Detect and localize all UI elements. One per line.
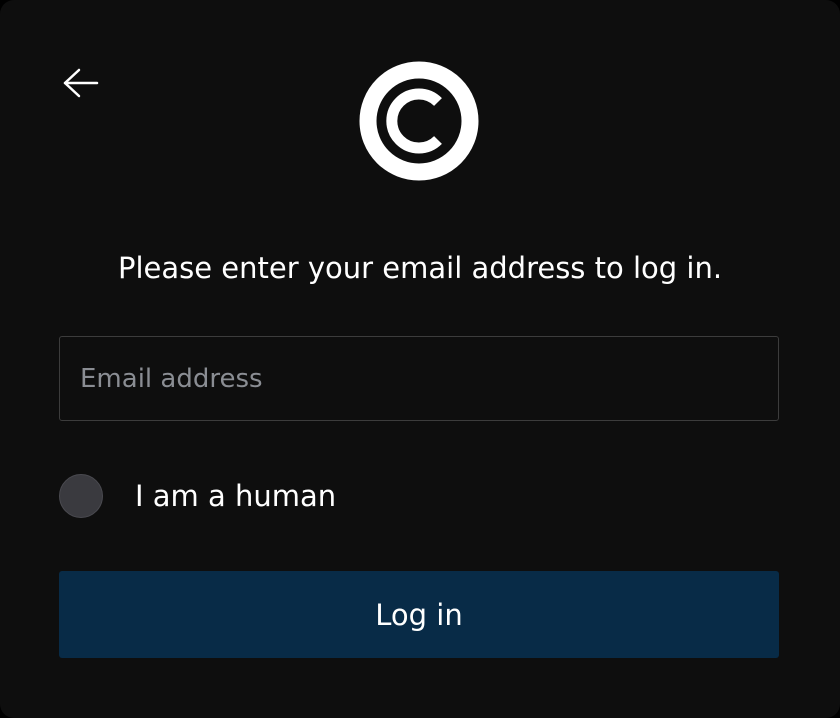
logo — [359, 61, 479, 181]
copyright-icon — [359, 61, 479, 181]
human-verification[interactable]: I am a human — [59, 473, 336, 519]
human-radio[interactable] — [59, 474, 103, 518]
email-field[interactable] — [59, 336, 779, 421]
login-card: Please enter your email address to log i… — [0, 0, 840, 718]
login-prompt: Please enter your email address to log i… — [117, 251, 723, 285]
login-button[interactable]: Log in — [59, 571, 779, 658]
back-button[interactable] — [56, 60, 106, 106]
arrow-left-icon — [63, 68, 99, 98]
human-label: I am a human — [135, 479, 337, 513]
